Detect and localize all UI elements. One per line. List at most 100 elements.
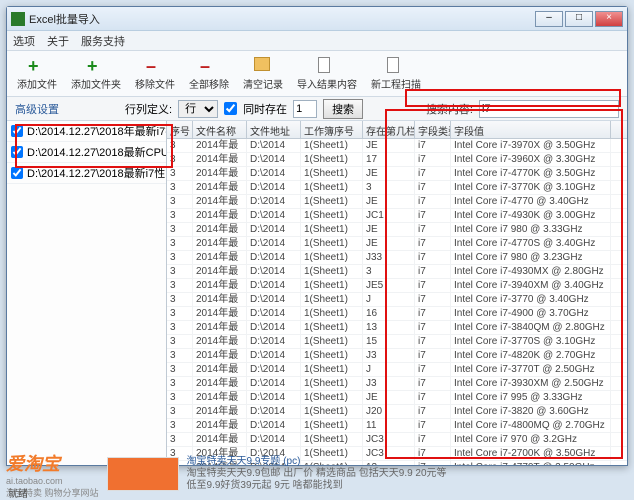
table-cell: i7	[415, 265, 451, 278]
table-row[interactable]: 32014年最D:\20141(Sheet1)J3i7Intel Core i7…	[167, 349, 627, 363]
table-cell: Intel Core i7-4800MQ @ 2.70GHz	[451, 419, 611, 432]
table-row[interactable]: 32014年最D:\20141(Sheet1)13i7Intel Core i7…	[167, 321, 627, 335]
table-cell: JE	[363, 167, 415, 180]
row-select[interactable]: 行	[178, 100, 218, 118]
table-row[interactable]: 32014年最D:\20141(Sheet1)JEi7Intel Core i7…	[167, 167, 627, 181]
table-cell: 3	[167, 195, 193, 208]
table-cell: JE	[363, 223, 415, 236]
table-row[interactable]: 32014年最D:\20141(Sheet1)17i7Intel Core i7…	[167, 153, 627, 167]
grid-body[interactable]: 32014年最D:\20141(Sheet1)JEi7Intel Core i7…	[167, 139, 627, 465]
table-row[interactable]: 32014年最D:\20141(Sheet1)J3i7Intel Core i7…	[167, 377, 627, 391]
table-cell: J	[363, 293, 415, 306]
menu-options[interactable]: 选项	[13, 33, 35, 49]
titlebar[interactable]: Excel批量导入 – □ ×	[7, 7, 627, 31]
table-cell: 3	[167, 223, 193, 236]
table-cell: J20	[363, 405, 415, 418]
table-row[interactable]: 32014年最D:\20141(Sheet1)J20i7Intel Core i…	[167, 405, 627, 419]
table-cell: Intel Core i7-3930XM @ 2.50GHz	[451, 377, 611, 390]
table-cell: 1(Sheet1)	[301, 307, 363, 320]
table-row[interactable]: 32014年最D:\20141(Sheet1)JEi7Intel Core i7…	[167, 223, 627, 237]
table-cell: i7	[415, 335, 451, 348]
table-row[interactable]: 32014年最D:\20141(Sheet1)JC3i7Intel Core i…	[167, 433, 627, 447]
ad-text-block: 淘宝特卖天天9.9专题 (pc) 淘宝特卖天天9.9包邮 出厂价 精选商品 包括…	[187, 456, 447, 492]
add-file-button[interactable]: +添加文件	[13, 55, 61, 93]
col-range-input[interactable]	[293, 100, 317, 118]
export-result-button[interactable]: 导入结果内容	[293, 55, 361, 93]
table-row[interactable]: 32014年最D:\20141(Sheet1)Ji7Intel Core i7-…	[167, 293, 627, 307]
file-list-pane[interactable]: D:\2014.12.27\2018年最新i7排D:\2014.12.27\20…	[7, 121, 167, 465]
table-row[interactable]: 32014年最D:\20141(Sheet1)JEi7Intel Core i7…	[167, 139, 627, 153]
table-cell: i7	[415, 307, 451, 320]
table-cell: Intel Core i7 970 @ 3.2GHz	[451, 433, 611, 446]
table-row[interactable]: 32014年最D:\20141(Sheet1)11i7Intel Core i7…	[167, 419, 627, 433]
column-header[interactable]: 文件名称	[193, 121, 247, 138]
grid-header: 序号文件名称文件地址工作簿序号存在第几栏字段类型字段值	[167, 121, 627, 139]
table-row[interactable]: 32014年最D:\20141(Sheet1)JEi7Intel Core i7…	[167, 391, 627, 405]
result-grid[interactable]: 序号文件名称文件地址工作簿序号存在第几栏字段类型字段值 32014年最D:\20…	[167, 121, 627, 465]
ad-line1: 淘宝特卖天天9.9包邮 出厂价 精选商品 包括天天9.9 20元等	[187, 468, 447, 480]
table-cell: Intel Core i7-3940XM @ 3.40GHz	[451, 279, 611, 292]
table-row[interactable]: 32014年最D:\20141(Sheet1)Ji7Intel Core i7-…	[167, 363, 627, 377]
table-cell: 2014年最	[193, 181, 247, 194]
search-button[interactable]: 搜索	[323, 99, 363, 119]
minimize-button[interactable]: –	[535, 11, 563, 27]
clear-icon	[254, 57, 272, 75]
table-cell: 1(Sheet1)	[301, 237, 363, 250]
ad-title: 淘宝特卖天天9.9专题 (pc)	[187, 456, 447, 468]
table-row[interactable]: 32014年最D:\20141(Sheet1)JC1i7Intel Core i…	[167, 209, 627, 223]
table-cell: D:\2014	[247, 391, 301, 404]
ad-thumbnail[interactable]	[107, 457, 179, 491]
table-cell: 1(Sheet1)	[301, 279, 363, 292]
table-row[interactable]: 32014年最D:\20141(Sheet1)J33i7Intel Core i…	[167, 251, 627, 265]
file-checkbox[interactable]	[11, 146, 23, 158]
table-row[interactable]: 32014年最D:\20141(Sheet1)JEi7Intel Core i7…	[167, 195, 627, 209]
remove-file-button[interactable]: –移除文件	[131, 55, 179, 93]
table-cell: 2014年最	[193, 195, 247, 208]
table-row[interactable]: 32014年最D:\20141(Sheet1)16i7Intel Core i7…	[167, 307, 627, 321]
add-folder-button[interactable]: +添加文件夹	[67, 55, 125, 93]
close-button[interactable]: ×	[595, 11, 623, 27]
table-cell: 2014年最	[193, 153, 247, 166]
file-list-item[interactable]: D:\2014.12.27\2018最新i7性能	[7, 163, 166, 184]
file-checkbox[interactable]	[11, 125, 23, 137]
column-header[interactable]: 序号	[167, 121, 193, 138]
table-cell: i7	[415, 321, 451, 334]
column-header[interactable]: 工作簿序号	[301, 121, 363, 138]
table-cell: JE	[363, 139, 415, 152]
menu-about[interactable]: 关于	[47, 33, 69, 49]
table-cell: 2014年最	[193, 139, 247, 152]
column-header[interactable]: 存在第几栏	[363, 121, 415, 138]
table-cell: 2014年最	[193, 307, 247, 320]
table-row[interactable]: 32014年最D:\20141(Sheet1)15i7Intel Core i7…	[167, 335, 627, 349]
file-list-item[interactable]: D:\2014.12.27\2018最新CPU排	[7, 142, 166, 163]
same-exist-checkbox[interactable]	[224, 102, 237, 115]
table-cell: Intel Core i7-4770 @ 3.40GHz	[451, 195, 611, 208]
column-header[interactable]: 字段类型	[415, 121, 451, 138]
scan-button[interactable]: 新工程扫描	[367, 55, 425, 93]
table-cell: 1(Sheet1)	[301, 209, 363, 222]
table-cell: J3	[363, 349, 415, 362]
clear-record-button[interactable]: 清空记录	[239, 55, 287, 93]
advanced-label[interactable]: 高级设置	[15, 101, 59, 117]
table-cell: i7	[415, 433, 451, 446]
table-row[interactable]: 32014年最D:\20141(Sheet1)3i7Intel Core i7-…	[167, 181, 627, 195]
table-cell: JE	[363, 237, 415, 250]
table-row[interactable]: 32014年最D:\20141(Sheet1)3i7Intel Core i7-…	[167, 265, 627, 279]
same-exist-label: 同时存在	[243, 101, 287, 117]
maximize-button[interactable]: □	[565, 11, 593, 27]
search-input[interactable]	[479, 100, 619, 118]
file-checkbox[interactable]	[11, 167, 23, 179]
table-cell: 1(Sheet1)	[301, 377, 363, 390]
menu-support[interactable]: 服务支持	[81, 33, 125, 49]
table-cell: D:\2014	[247, 377, 301, 390]
table-cell: 2014年最	[193, 209, 247, 222]
file-list-item[interactable]: D:\2014.12.27\2018年最新i7排	[7, 121, 166, 142]
table-row[interactable]: 32014年最D:\20141(Sheet1)JE5i7Intel Core i…	[167, 279, 627, 293]
column-header[interactable]: 字段值	[451, 121, 611, 138]
table-cell: 2014年最	[193, 167, 247, 180]
remove-all-button[interactable]: –全部移除	[185, 55, 233, 93]
column-header[interactable]: 文件地址	[247, 121, 301, 138]
table-row[interactable]: 32014年最D:\20141(Sheet1)JEi7Intel Core i7…	[167, 237, 627, 251]
table-cell: 1(Sheet1)	[301, 153, 363, 166]
table-cell: i7	[415, 363, 451, 376]
